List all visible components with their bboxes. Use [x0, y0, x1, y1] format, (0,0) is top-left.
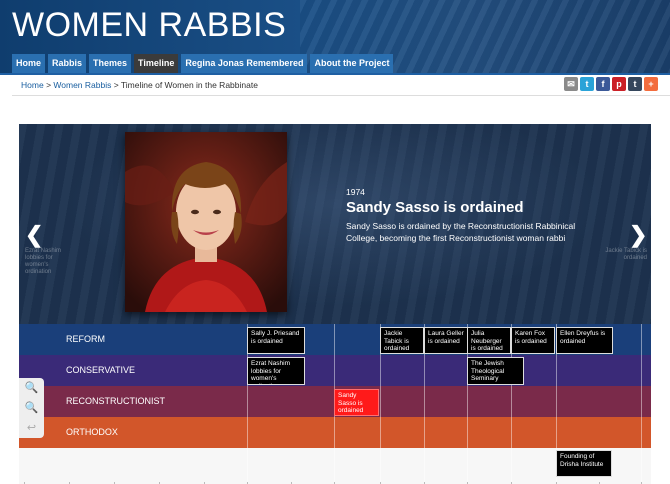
slide-headline: Sandy Sasso is ordained	[346, 199, 524, 216]
breadcrumb-separator: >	[46, 80, 52, 90]
breadcrumb-home-link[interactable]: Home	[21, 80, 44, 90]
band-label-reform: REFORM	[66, 334, 105, 344]
slide-year: 1974	[346, 187, 365, 197]
band-label-orthodox: ORTHODOX	[66, 427, 118, 437]
event-marker[interactable]: Laura Geller is ordained	[424, 327, 468, 354]
timeline-widget: ❮ Ezrat Nashim lobbies for women's ordin…	[19, 124, 651, 484]
divider	[12, 95, 670, 96]
event-marker[interactable]: Ezrat Nashim lobbies for women's ordinat…	[247, 357, 305, 385]
nav-tab-home[interactable]: Home	[12, 54, 46, 73]
event-marker[interactable]: Sally J. Priesand is ordained	[247, 327, 305, 354]
slide-photo	[125, 132, 287, 312]
nav-tab-about[interactable]: About the Project	[310, 54, 394, 73]
band-label-conservative: CONSERVATIVE	[66, 365, 136, 375]
nav-tab-timeline[interactable]: Timeline	[134, 54, 179, 73]
breadcrumb-section-link[interactable]: Women Rabbis	[53, 80, 111, 90]
zoom-in-icon[interactable]: 🔍	[19, 378, 44, 398]
slide-content: 1974 Sandy Sasso is ordained Sandy Sasso…	[346, 187, 586, 244]
band-label-reconstructionist: RECONSTRUCTIONIST	[66, 396, 165, 406]
site-header: WOMEN RABBIS Home Rabbis Themes Timeline…	[0, 0, 670, 75]
share-bar: ✉ t f p t +	[564, 77, 658, 91]
main-nav: Home Rabbis Themes Timeline Regina Jonas…	[12, 54, 394, 73]
prev-arrow-icon[interactable]: ❮	[25, 222, 43, 248]
breadcrumb: Home > Women Rabbis > Timeline of Women …	[21, 80, 258, 90]
email-icon[interactable]: ✉	[564, 77, 578, 91]
next-slide-caption[interactable]: Jackie Tabick is ordained	[597, 248, 647, 262]
twitter-icon[interactable]: t	[580, 77, 594, 91]
timeline-navigator[interactable]: REFORM CONSERVATIVE RECONSTRUCTIONIST OR…	[19, 324, 651, 484]
slide-body: Sandy Sasso is ordained by the Reconstru…	[346, 221, 576, 243]
event-marker[interactable]: The Jewish Theological Seminary	[467, 357, 524, 385]
header-divider	[0, 73, 670, 75]
pinterest-icon[interactable]: p	[612, 77, 626, 91]
event-marker[interactable]: Julia Neuberger is ordained	[467, 327, 511, 354]
timeline-slider: ❮ Ezrat Nashim lobbies for women's ordin…	[19, 124, 651, 324]
event-marker[interactable]: Ellen Dreyfus is ordained	[556, 327, 613, 354]
back-icon[interactable]: ↩	[19, 418, 44, 438]
zoom-out-icon[interactable]: 🔍	[19, 398, 44, 418]
addthis-icon[interactable]: +	[644, 77, 658, 91]
event-marker[interactable]: Karen Fox is ordained	[511, 327, 555, 354]
breadcrumb-separator: >	[113, 80, 119, 90]
portrait-image	[125, 132, 287, 312]
facebook-icon[interactable]: f	[596, 77, 610, 91]
site-title[interactable]: WOMEN RABBIS	[12, 6, 286, 45]
prev-slide-caption[interactable]: Ezrat Nashim lobbies for women's ordinat…	[25, 248, 70, 276]
nav-tab-regina-jonas[interactable]: Regina Jonas Remembered	[181, 54, 308, 73]
nav-tab-rabbis[interactable]: Rabbis	[48, 54, 87, 73]
nav-tab-themes[interactable]: Themes	[89, 54, 132, 73]
next-arrow-icon[interactable]: ❯	[629, 222, 647, 248]
event-marker[interactable]: Jackie Tabick is ordained	[380, 327, 424, 354]
event-marker[interactable]: Founding of Drisha Institute	[556, 450, 612, 477]
event-marker-selected[interactable]: Sandy Sasso is ordained	[334, 389, 379, 416]
event-line	[641, 324, 642, 484]
tumblr-icon[interactable]: t	[628, 77, 642, 91]
zoom-controls: 🔍 🔍 ↩	[19, 378, 44, 438]
breadcrumb-current: Timeline of Women in the Rabbinate	[120, 80, 258, 90]
